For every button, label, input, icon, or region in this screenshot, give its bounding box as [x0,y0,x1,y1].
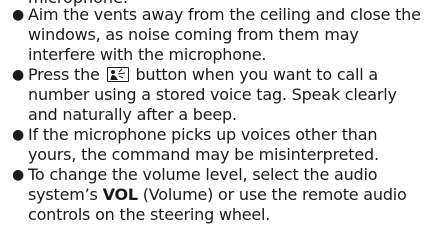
tip-vents: ● Aim the vents away from the ceiling an… [12,5,429,65]
talk-button-icon [106,67,129,82]
tips-list: ● Aim the vents away from the ceiling an… [12,5,429,225]
tip-talk-button: ● Press the button when you want to call… [12,65,429,125]
bullet-icon: ● [12,127,25,143]
bullet-icon: ● [12,67,25,83]
tip-volume: ● To change the volume level, select the… [12,165,429,225]
bullet-icon: ● [12,7,25,23]
vol-label: VOL [102,185,139,204]
tip-vents-text: Aim the vents away from the ceiling and … [28,5,421,64]
tip-mic-voices: ● If the microphone picks up voices othe… [12,125,429,165]
tip-mic-voices-text: If the microphone picks up voices other … [28,125,379,164]
tip-talk-prefix: Press the [28,65,100,84]
bullet-icon: ● [12,167,25,183]
